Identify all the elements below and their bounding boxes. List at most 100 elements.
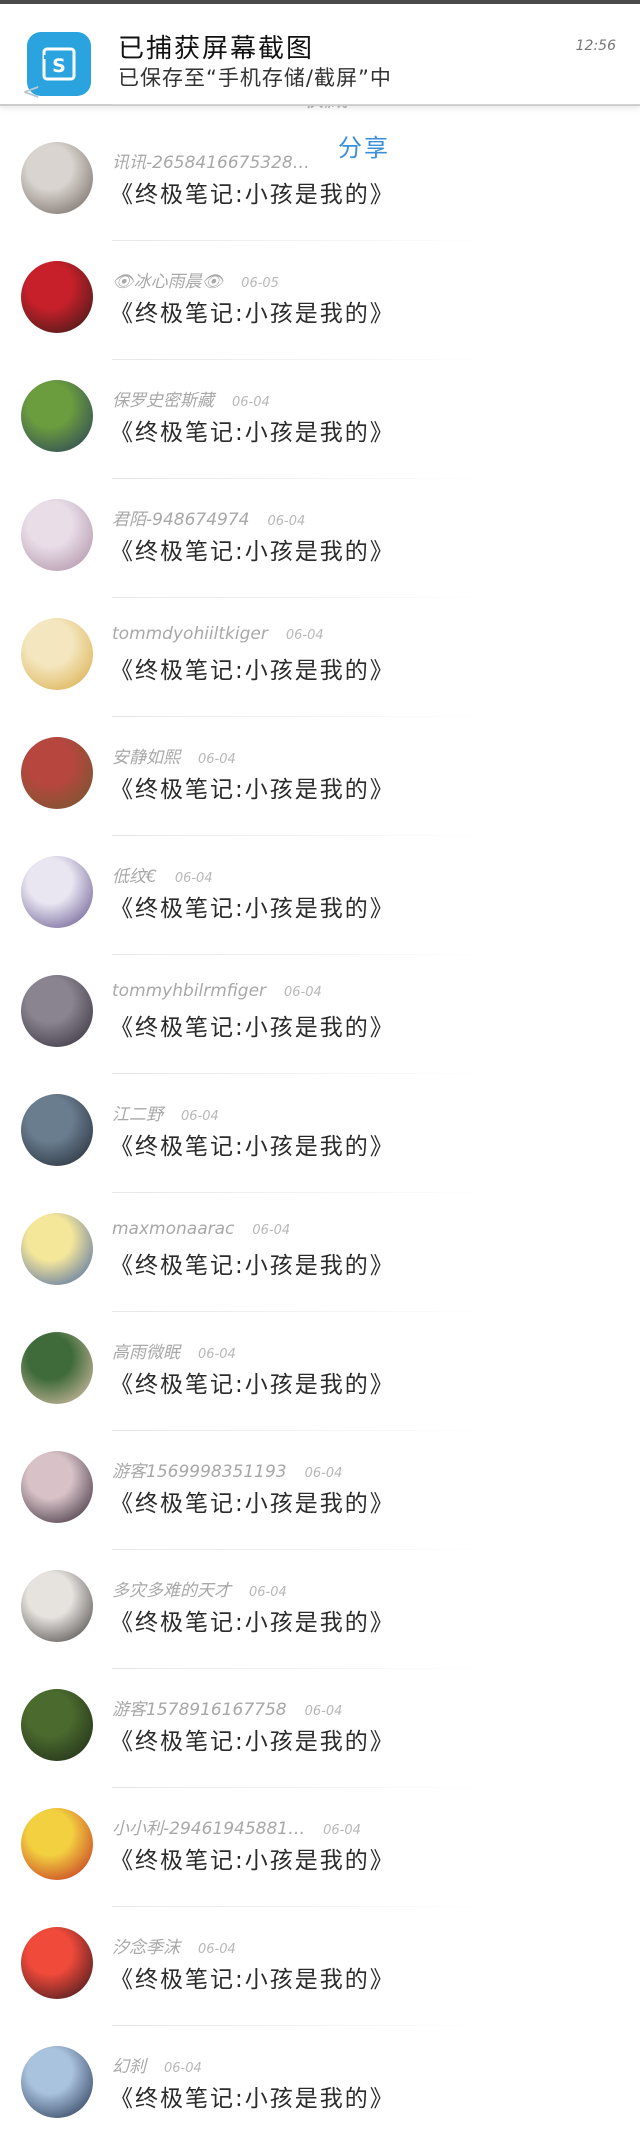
user-line: maxmonaarac 06-04 bbox=[112, 1219, 290, 1239]
user-line: 幻刹 06-04 bbox=[112, 2052, 202, 2077]
note-title[interactable]: 《终极笔记:小孩是我的》 bbox=[110, 1603, 395, 1637]
avatar[interactable] bbox=[21, 1927, 93, 1999]
note-title[interactable]: 《终极笔记:小孩是我的》 bbox=[110, 1008, 395, 1042]
avatar[interactable] bbox=[21, 1570, 93, 1642]
note-title[interactable]: 《终极笔记:小孩是我的》 bbox=[110, 1246, 395, 1280]
avatar[interactable] bbox=[21, 499, 93, 571]
note-title[interactable]: 《终极笔记:小孩是我的》 bbox=[110, 1841, 395, 1875]
avatar[interactable] bbox=[21, 975, 93, 1047]
username[interactable]: 低纹€ bbox=[112, 867, 157, 887]
note-title[interactable]: 《终极笔记:小孩是我的》 bbox=[110, 1484, 395, 1518]
username[interactable]: 江二野 bbox=[112, 1105, 163, 1125]
user-line: 低纹€ 06-04 bbox=[112, 862, 213, 887]
share-button[interactable]: 分享 bbox=[338, 128, 390, 163]
username[interactable]: 安静如熙 bbox=[112, 748, 180, 768]
username[interactable]: 小小利-29461945881… bbox=[112, 1819, 305, 1839]
post-date: 06-04 bbox=[198, 752, 236, 767]
avatar[interactable] bbox=[21, 1451, 93, 1523]
post-date: 06-04 bbox=[304, 1704, 343, 1719]
note-title[interactable]: 《终极笔记:小孩是我的》 bbox=[110, 1127, 395, 1161]
list-item[interactable]: 君陌-948674974 06-04 《终极笔记:小孩是我的》 bbox=[0, 479, 640, 598]
avatar[interactable] bbox=[21, 2046, 93, 2118]
user-line: 游客1569998351193 06-04 bbox=[112, 1457, 342, 1482]
post-date: 06-04 bbox=[267, 514, 306, 529]
note-title[interactable]: 《终极笔记:小孩是我的》 bbox=[110, 175, 395, 209]
username[interactable]: tommyhbilrmfiger bbox=[112, 981, 266, 1001]
collection-page: 收藏 < 分享 S 已捕获屏幕截图 已保存至“手机存储/截屏”中 12:56 讯… bbox=[0, 0, 640, 2132]
avatar[interactable] bbox=[21, 1808, 93, 1880]
post-date: 06-04 bbox=[232, 395, 270, 410]
post-date: 06-04 bbox=[323, 1823, 361, 1838]
user-line: 安静如熙 06-04 bbox=[112, 743, 236, 768]
list-item[interactable]: 游客1578916167758 06-04 《终极笔记:小孩是我的》 bbox=[0, 1669, 640, 1788]
avatar[interactable] bbox=[21, 1332, 93, 1404]
user-line: 江二野 06-04 bbox=[112, 1100, 219, 1125]
note-title[interactable]: 《终极笔记:小孩是我的》 bbox=[110, 651, 395, 685]
user-line: 君陌-948674974 06-04 bbox=[112, 505, 305, 530]
list-item[interactable]: 小小利-29461945881… 06-04 《终极笔记:小孩是我的》 bbox=[0, 1788, 640, 1907]
note-title[interactable]: 《终极笔记:小孩是我的》 bbox=[110, 294, 395, 328]
post-date: 06-04 bbox=[164, 2061, 202, 2076]
list-item[interactable]: 多灾多难的天才 06-04 《终极笔记:小孩是我的》 bbox=[0, 1550, 640, 1669]
list-item[interactable]: 汐念季沫 06-04 《终极笔记:小孩是我的》 bbox=[0, 1907, 640, 2026]
list-item[interactable]: 👁冰心雨晨👁 06-05 《终极笔记:小孩是我的》 bbox=[0, 241, 640, 360]
post-date: 06-04 bbox=[304, 1466, 343, 1481]
user-line: 多灾多难的天才 06-04 bbox=[112, 1576, 287, 1601]
list-item[interactable]: tommdyohiiltkiger 06-04 《终极笔记:小孩是我的》 bbox=[0, 598, 640, 717]
avatar[interactable] bbox=[21, 261, 93, 333]
avatar[interactable] bbox=[21, 380, 93, 452]
user-line: tommdyohiiltkiger 06-04 bbox=[112, 624, 324, 644]
note-list: 讯讯-2658416675328… 《终极笔记:小孩是我的》 👁冰心雨晨👁 06-05… bbox=[0, 122, 640, 2132]
list-item[interactable]: maxmonaarac 06-04 《终极笔记:小孩是我的》 bbox=[0, 1193, 640, 1312]
note-title[interactable]: 《终极笔记:小孩是我的》 bbox=[110, 532, 395, 566]
toast-subtitle: 已保存至“手机存储/截屏”中 bbox=[118, 66, 392, 90]
username[interactable]: 幻刹 bbox=[112, 2057, 146, 2077]
username[interactable]: maxmonaarac bbox=[112, 1219, 234, 1239]
avatar[interactable] bbox=[21, 856, 93, 928]
note-title[interactable]: 《终极笔记:小孩是我的》 bbox=[110, 1365, 395, 1399]
list-item[interactable]: 保罗史密斯藏 06-04 《终极笔记:小孩是我的》 bbox=[0, 360, 640, 479]
avatar[interactable] bbox=[21, 618, 93, 690]
avatar[interactable] bbox=[21, 1689, 93, 1761]
avatar[interactable] bbox=[21, 1094, 93, 1166]
user-line: 小小利-29461945881… 06-04 bbox=[112, 1814, 361, 1839]
list-item[interactable]: 幻刹 06-04 《终极笔记:小孩是我的》 bbox=[0, 2026, 640, 2132]
username[interactable]: 保罗史密斯藏 bbox=[112, 391, 214, 411]
screenshot-toast[interactable]: S 已捕获屏幕截图 已保存至“手机存储/截屏”中 12:56 bbox=[0, 0, 640, 106]
note-title[interactable]: 《终极笔记:小孩是我的》 bbox=[110, 1960, 395, 1994]
avatar[interactable] bbox=[21, 142, 93, 214]
username[interactable]: tommdyohiiltkiger bbox=[112, 624, 268, 644]
list-item[interactable]: 低纹€ 06-04 《终极笔记:小孩是我的》 bbox=[0, 836, 640, 955]
note-title[interactable]: 《终极笔记:小孩是我的》 bbox=[110, 2079, 395, 2113]
note-title[interactable]: 《终极笔记:小孩是我的》 bbox=[110, 889, 395, 923]
note-title[interactable]: 《终极笔记:小孩是我的》 bbox=[110, 413, 395, 447]
username[interactable]: 汐念季沫 bbox=[112, 1938, 180, 1958]
list-item[interactable]: tommyhbilrmfiger 06-04 《终极笔记:小孩是我的》 bbox=[0, 955, 640, 1074]
user-line: 讯讯-2658416675328… bbox=[112, 148, 328, 173]
avatar[interactable] bbox=[21, 1213, 93, 1285]
username[interactable]: 👁冰心雨晨👁 bbox=[112, 272, 223, 292]
post-date: 06-04 bbox=[198, 1347, 236, 1362]
toast-title: 已捕获屏幕截图 bbox=[118, 34, 315, 64]
list-item[interactable]: 游客1569998351193 06-04 《终极笔记:小孩是我的》 bbox=[0, 1431, 640, 1550]
list-item[interactable]: 安静如熙 06-04 《终极笔记:小孩是我的》 bbox=[0, 717, 640, 836]
post-date: 06-04 bbox=[174, 871, 213, 886]
username[interactable]: 高雨微眠 bbox=[112, 1343, 180, 1363]
note-title[interactable]: 《终极笔记:小孩是我的》 bbox=[110, 770, 395, 804]
post-date: 06-04 bbox=[198, 1942, 236, 1957]
user-line: 保罗史密斯藏 06-04 bbox=[112, 386, 270, 411]
list-item[interactable]: 江二野 06-04 《终极笔记:小孩是我的》 bbox=[0, 1074, 640, 1193]
note-title[interactable]: 《终极笔记:小孩是我的》 bbox=[110, 1722, 395, 1756]
username[interactable]: 游客1569998351193 bbox=[112, 1462, 287, 1482]
post-date: 06-04 bbox=[252, 1223, 291, 1238]
username[interactable]: 多灾多难的天才 bbox=[112, 1581, 231, 1601]
list-item[interactable]: 讯讯-2658416675328… 《终极笔记:小孩是我的》 bbox=[0, 122, 640, 241]
list-item[interactable]: 高雨微眠 06-04 《终极笔记:小孩是我的》 bbox=[0, 1312, 640, 1431]
chevron-left-icon[interactable]: < bbox=[22, 80, 40, 105]
post-date: 06-04 bbox=[249, 1585, 287, 1600]
avatar[interactable] bbox=[21, 737, 93, 809]
username[interactable]: 游客1578916167758 bbox=[112, 1700, 287, 1720]
username[interactable]: 君陌-948674974 bbox=[112, 510, 249, 530]
username[interactable]: 讯讯-2658416675328… bbox=[112, 153, 310, 173]
post-date: 06-04 bbox=[284, 985, 322, 1000]
